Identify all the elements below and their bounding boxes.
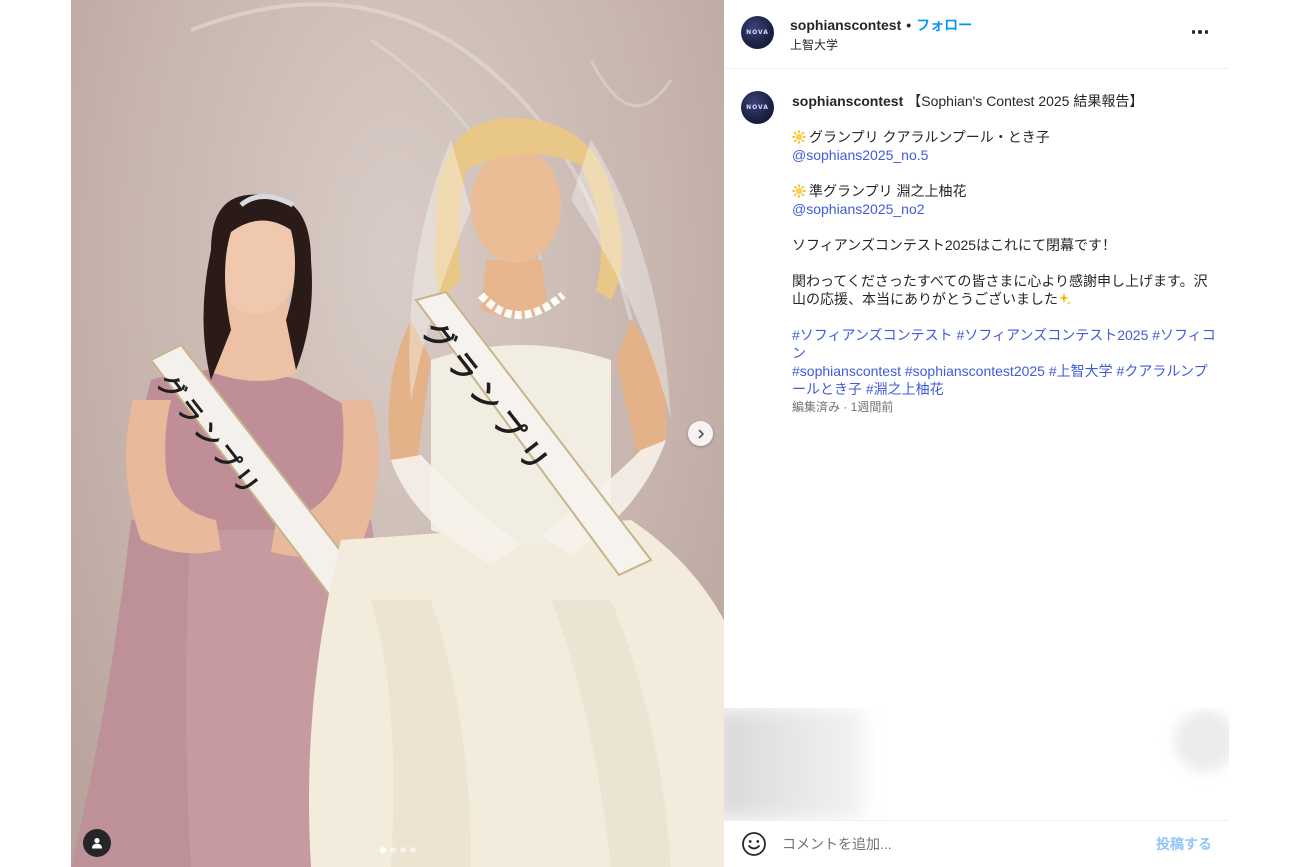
photo-scene xyxy=(71,2,724,867)
closing-text: ソフィアンズコンテスト2025はこれにて閉幕です！ xyxy=(792,237,1117,253)
blurred-action-area xyxy=(724,708,1229,820)
avatar[interactable]: NOVA xyxy=(741,16,774,49)
carousel-dot xyxy=(399,847,406,853)
header-username[interactable]: sophianscontest xyxy=(790,17,901,33)
post-meta: 編集済み · 1週間前 xyxy=(792,400,894,414)
location-link[interactable]: 上智大学 xyxy=(790,36,838,53)
grand-prix-text: グランプリ クアラルンプール・とき子 xyxy=(809,129,1050,145)
post-header: NOVA sophianscontest • フォロー 上智大学 xyxy=(724,0,1229,69)
comment-input[interactable] xyxy=(782,833,1112,855)
follow-button[interactable]: フォロー xyxy=(916,17,972,33)
post-side-panel: NOVA sophianscontest • フォロー 上智大学 NOVA soph… xyxy=(724,0,1229,867)
instagram-post-modal: グランプリ グランプリ NOVA sophianscontest • フォロー … xyxy=(0,0,1300,867)
caption-username[interactable]: sophianscontest xyxy=(792,93,903,109)
sparkle-icon xyxy=(1059,293,1072,306)
more-icon xyxy=(1191,30,1196,34)
caption-title: 【Sophian's Contest 2025 結果報告】 xyxy=(907,93,1144,109)
carousel-dot xyxy=(389,847,396,853)
thanks-text: 関わってくださったすべての皆さまに心より感謝申し上げます。沢山の応援、本当にあり… xyxy=(792,273,1208,307)
header-username-row: sophianscontest • フォロー xyxy=(790,15,972,35)
comment-bar: 投稿する xyxy=(724,820,1229,867)
mention-link[interactable]: @sophians2025_no2 xyxy=(792,201,925,217)
post-comment-button[interactable]: 投稿する xyxy=(1156,834,1212,854)
hashtag-line[interactable]: #sophianscontest #sophianscontest2025 #上… xyxy=(792,362,1217,398)
post-caption: sophianscontest 【Sophian's Contest 2025 結… xyxy=(792,92,1217,416)
more-options-button[interactable] xyxy=(1188,22,1212,42)
carousel-dot xyxy=(409,847,416,853)
carousel-dot xyxy=(379,847,386,853)
emoji-icon[interactable] xyxy=(741,831,767,857)
mention-link[interactable]: @sophians2025_no.5 xyxy=(792,147,928,163)
carousel-indicator xyxy=(71,847,724,853)
post-photo[interactable]: グランプリ グランプリ xyxy=(71,0,724,867)
carousel-next-button[interactable] xyxy=(688,421,713,446)
caption-avatar[interactable]: NOVA xyxy=(741,91,774,124)
avatar-text: NOVA xyxy=(746,104,769,111)
sun-icon xyxy=(792,184,806,198)
chevron-right-icon xyxy=(698,429,704,438)
runner-up-text: 準グランプリ 淵之上柚花 xyxy=(809,183,967,199)
sun-icon xyxy=(792,130,806,144)
avatar-text: NOVA xyxy=(746,29,769,36)
separator-dot: • xyxy=(906,17,912,33)
hashtag-line[interactable]: #ソフィアンズコンテスト #ソフィアンズコンテスト2025 #ソフィコン xyxy=(792,326,1217,362)
